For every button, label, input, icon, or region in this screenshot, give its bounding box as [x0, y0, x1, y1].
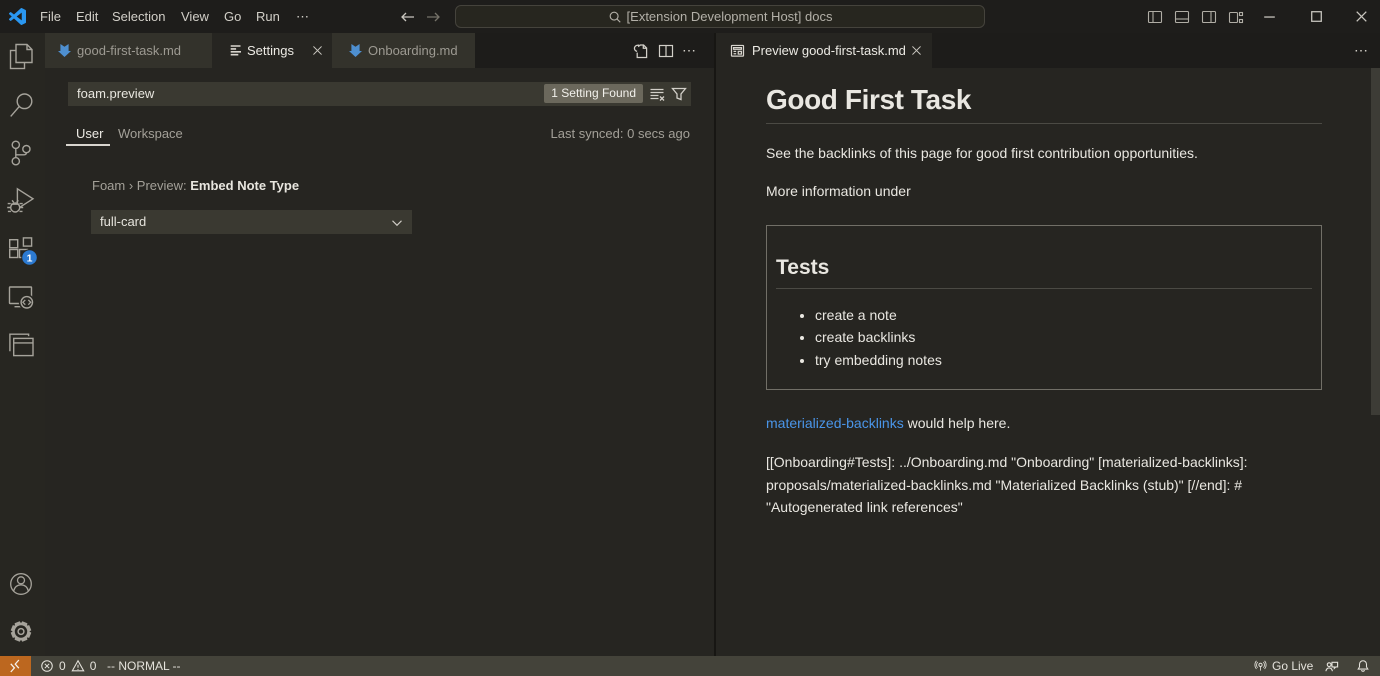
svg-text:1: 1	[27, 252, 33, 264]
